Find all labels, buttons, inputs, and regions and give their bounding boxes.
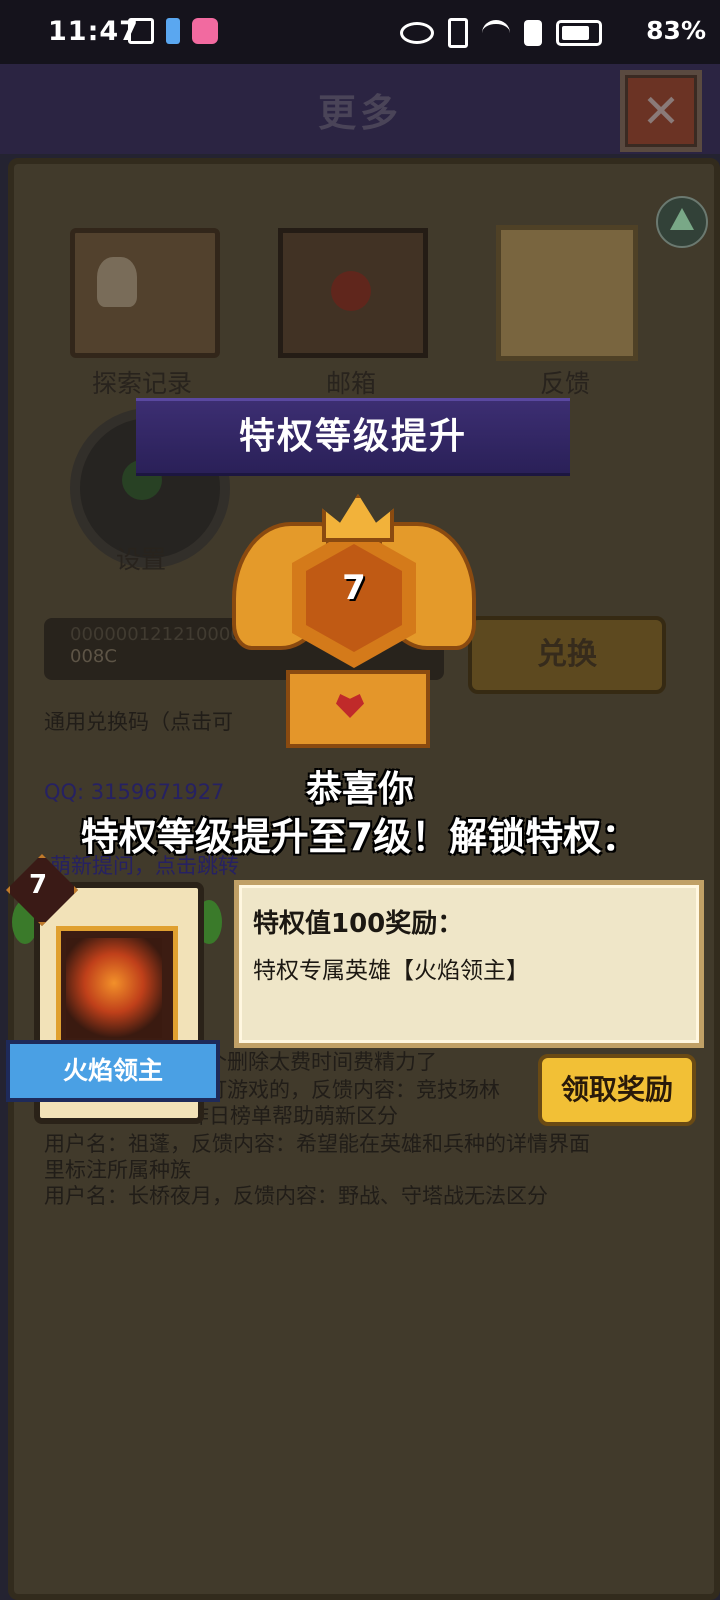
notification-icons bbox=[128, 18, 260, 242]
page-title: 更多 bbox=[317, 91, 402, 135]
reward-title: 特权值100奖励： bbox=[253, 909, 464, 939]
popup-banner-title: 特权等级提升 bbox=[136, 398, 570, 476]
alert-icon bbox=[524, 20, 542, 46]
privilege-emblem: 7 bbox=[232, 494, 476, 748]
claim-reward-button[interactable]: 领取奖励 bbox=[538, 1054, 696, 1126]
hero-name-ribbon: 火焰领主 bbox=[6, 1040, 220, 1102]
bilibili-icon bbox=[192, 18, 218, 44]
unlock-text: 特权等级提升至7级！解锁特权： bbox=[80, 815, 640, 859]
close-icon: ✕ bbox=[641, 84, 681, 138]
battery-icon bbox=[556, 20, 602, 46]
popup-overlay[interactable] bbox=[0, 154, 720, 1600]
reward-description: 特权专属英雄【火焰领主】 bbox=[253, 958, 529, 984]
app-header: 更多 ✕ bbox=[0, 64, 720, 158]
crown-icon bbox=[322, 494, 394, 542]
battery-percent: 83% bbox=[646, 16, 706, 45]
status-bar: 11:47 83% bbox=[0, 0, 720, 242]
congrats-text: 恭喜你 bbox=[305, 769, 414, 810]
cast-icon bbox=[128, 18, 154, 44]
eye-icon bbox=[400, 22, 434, 44]
reward-panel: 特权值100奖励： 特权专属英雄【火焰领主】 bbox=[234, 880, 704, 1048]
system-icons bbox=[400, 18, 602, 48]
vibrate-icon bbox=[448, 18, 468, 48]
clock: 11:47 bbox=[48, 16, 139, 47]
close-button[interactable]: ✕ bbox=[620, 70, 702, 152]
wifi-icon bbox=[482, 20, 510, 46]
hero-level-number: 7 bbox=[28, 870, 48, 900]
fire-lord-portrait-icon bbox=[66, 938, 162, 1038]
battery-saver-icon bbox=[166, 18, 180, 44]
emblem-level: 7 bbox=[342, 568, 366, 608]
